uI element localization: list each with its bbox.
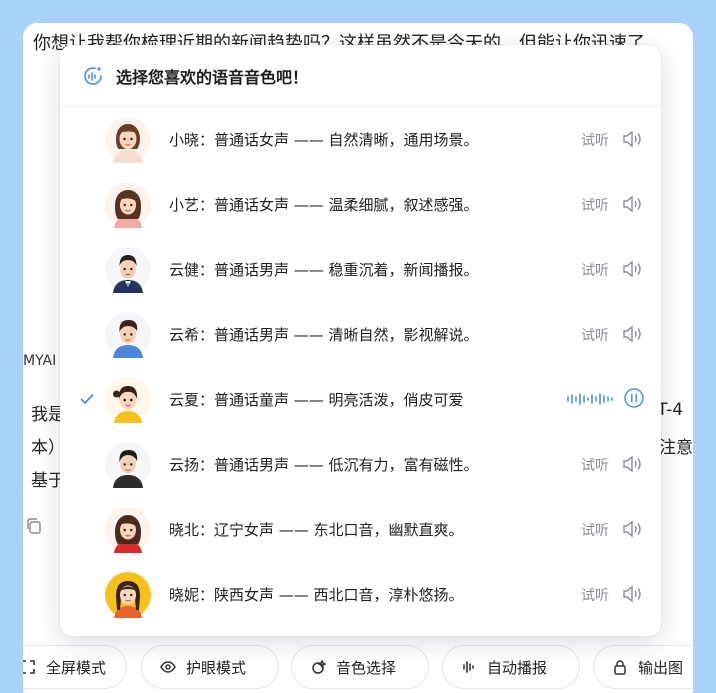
- chip-label: 自动播报: [487, 658, 548, 677]
- voice-name: 云扬：普通话男声 —— 低沉有力，富有磁性。: [169, 456, 479, 474]
- avatar-girl-short-hair: [105, 117, 151, 163]
- voice-option-yunxi[interactable]: 云希：普通话男声 —— 清晰自然，影视解说。 试听: [60, 302, 661, 367]
- auto-broadcast-button[interactable]: 自动播报: [442, 645, 580, 689]
- voice-name: 云希：普通话男声 —— 清晰自然，影视解说。: [169, 326, 479, 344]
- speaker-icon[interactable]: [622, 520, 644, 538]
- preview-button[interactable]: 试听: [581, 195, 609, 215]
- chip-label: 音色选择: [336, 658, 397, 677]
- voice-option-yunjian[interactable]: 云健：普通话男声 —— 稳重沉着，新闻播报。 试听: [60, 237, 661, 302]
- voice-name: 晓北：辽宁女声 —— 东北口音，幽默直爽。: [169, 521, 464, 539]
- voice-name: 小艺：普通话女声 —— 温柔细腻，叙述感强。: [169, 196, 479, 214]
- avatar-young-man-blue: [105, 312, 151, 358]
- voice-option-yunxia[interactable]: 云夏：普通话童声 —— 明亮活泼，俏皮可爱: [60, 367, 661, 432]
- popup-title: 选择您喜欢的语音音色吧！: [116, 67, 309, 87]
- voice-style-button[interactable]: 音色选择: [291, 645, 429, 689]
- avatar-child-yellow: [105, 377, 151, 423]
- lock-icon: [614, 660, 626, 675]
- avatar-girl-braids-yellow-bg: [105, 572, 151, 618]
- bottom-toolbar: 全屏模式 护眼模式 音色选择 自动播报 输出图: [23, 645, 693, 693]
- preview-button[interactable]: 试听: [581, 260, 609, 280]
- brand-fragment: MYAI: [23, 353, 57, 369]
- copy-icon[interactable]: [25, 517, 43, 535]
- avatar-woman-red: [105, 507, 151, 553]
- voice-name: 云夏：普通话童声 —— 明亮活泼，俏皮可爱: [169, 391, 464, 409]
- chip-label: 全屏模式: [46, 658, 107, 677]
- sparkle-voice-icon: [84, 65, 102, 85]
- fullscreen-mode-button[interactable]: 全屏模式: [23, 645, 127, 689]
- speaker-icon[interactable]: [622, 195, 644, 213]
- avatar-man-suit: [105, 247, 151, 293]
- voice-option-xiaoxiao[interactable]: 小晓：普通话女声 —— 自然清晰，通用场景。 试听: [60, 107, 661, 172]
- voice-style-icon: [312, 659, 326, 674]
- voice-option-xiaoni[interactable]: 晓妮：陕西女声 —— 西北口音，淳朴悠扬。 试听: [60, 562, 661, 627]
- avatar-girl-long-hair: [105, 182, 151, 228]
- preview-button[interactable]: 试听: [581, 520, 609, 540]
- output-image-button[interactable]: 输出图: [593, 645, 693, 689]
- fullscreen-icon: [23, 660, 35, 674]
- voice-selection-popup: 选择您喜欢的语音音色吧！ 小晓：普通话女声 —— 自然清晰，通用场景。 试听 小…: [60, 45, 661, 636]
- popup-header: 选择您喜欢的语音音色吧！: [60, 45, 661, 107]
- chip-label: 护眼模式: [186, 658, 247, 677]
- voice-name: 云健：普通话男声 —— 稳重沉着，新闻播报。: [169, 261, 479, 279]
- preview-button[interactable]: 试听: [581, 585, 609, 605]
- preview-button[interactable]: 试听: [581, 130, 609, 150]
- avatar-man-black: [105, 442, 151, 488]
- speaker-icon[interactable]: [622, 325, 644, 343]
- voice-option-xiaoyi[interactable]: 小艺：普通话女声 —— 温柔细腻，叙述感强。 试听: [60, 172, 661, 237]
- waveform-icon: [463, 661, 474, 673]
- speaker-icon[interactable]: [622, 260, 644, 278]
- speaker-icon[interactable]: [622, 455, 644, 473]
- pause-icon[interactable]: [623, 387, 645, 409]
- voice-name: 晓妮：陕西女声 —— 西北口音，淳朴悠扬。: [169, 586, 464, 604]
- playing-waveform-icon: [567, 393, 613, 405]
- chip-label: 输出图: [638, 658, 684, 677]
- check-icon: [80, 394, 94, 404]
- eye-care-mode-button[interactable]: 护眼模式: [141, 645, 279, 689]
- speaker-icon[interactable]: [622, 585, 644, 603]
- eye-icon: [160, 661, 176, 673]
- preview-button[interactable]: 试听: [581, 455, 609, 475]
- preview-button[interactable]: 试听: [581, 325, 609, 345]
- message-fragment-right: 注意: [659, 438, 693, 458]
- voice-option-xiaobei[interactable]: 晓北：辽宁女声 —— 东北口音，幽默直爽。 试听: [60, 497, 661, 562]
- voice-option-yunyang[interactable]: 云扬：普通话男声 —— 低沉有力，富有磁性。 试听: [60, 432, 661, 497]
- speaker-icon[interactable]: [622, 130, 644, 148]
- voice-name: 小晓：普通话女声 —— 自然清晰，通用场景。: [169, 131, 479, 149]
